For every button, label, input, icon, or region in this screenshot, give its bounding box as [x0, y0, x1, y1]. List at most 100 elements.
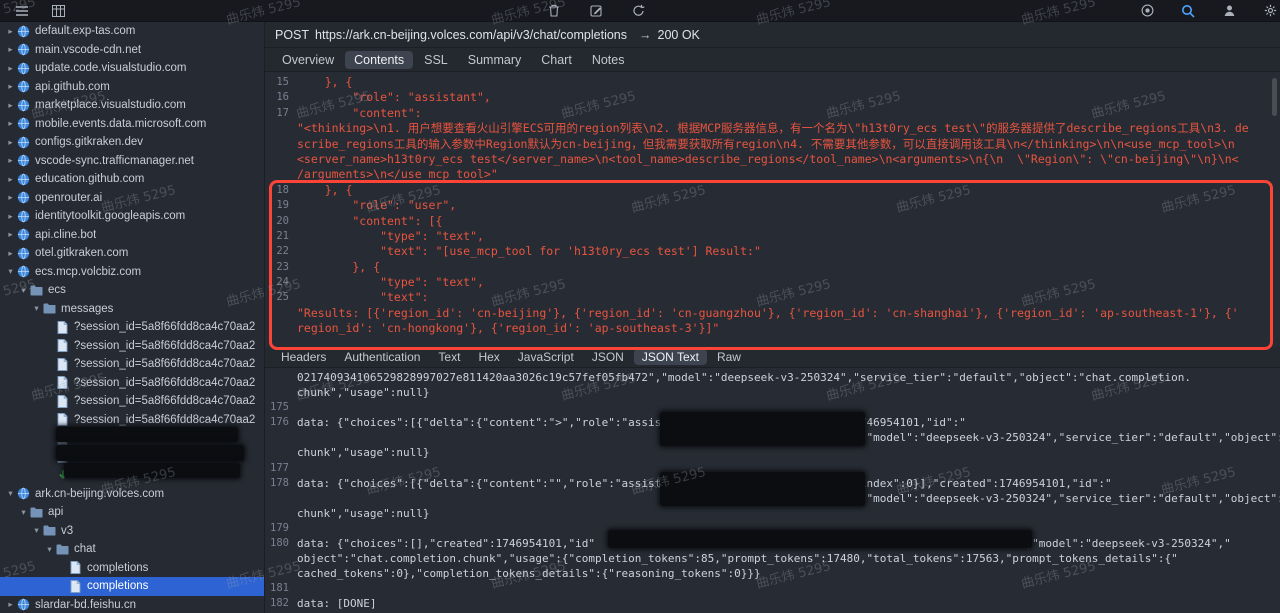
sidebar-item[interactable]: ▸openrouter.ai	[0, 189, 264, 208]
sidebar-item[interactable]: ▸ main.vscode-cdn.net	[0, 41, 264, 60]
chevron-right-icon[interactable]: ▸	[5, 229, 16, 240]
sidebar-item-label: main.vscode-cdn.net	[35, 44, 141, 56]
tab-raw[interactable]: Raw	[709, 349, 749, 365]
record-icon[interactable]	[1139, 3, 1155, 19]
sidebar-item[interactable]: ?session_id=5a8f66fdd8ca4c70aa2	[0, 355, 264, 374]
sidebar-item[interactable]: ▾ark.cn-beijing.volces.com	[0, 485, 264, 504]
chevron-down-icon[interactable]: ▾	[44, 544, 55, 555]
chevron-down-icon[interactable]: ▾	[5, 488, 16, 499]
line-number: 23	[265, 260, 297, 275]
tab-json-text[interactable]: JSON Text	[634, 349, 707, 365]
tab-authentication[interactable]: Authentication	[336, 349, 428, 365]
tab-javascript[interactable]: JavaScript	[510, 349, 582, 365]
sidebar-item-label: ecs	[48, 284, 66, 296]
chevron-down-icon[interactable]: ▾	[31, 525, 42, 536]
chevron-down-icon[interactable]: ▾	[31, 303, 42, 314]
sidebar-item-label: v3	[61, 525, 73, 537]
sidebar-item[interactable]: ▸vscode-sync.trafficmanager.net	[0, 152, 264, 171]
tab-overview[interactable]: Overview	[273, 51, 343, 69]
toolbar-right-group	[1139, 0, 1278, 21]
refresh-icon[interactable]	[630, 3, 646, 19]
user-icon[interactable]	[1221, 3, 1237, 19]
tab-chart[interactable]: Chart	[532, 51, 581, 69]
line-number	[265, 491, 297, 506]
tab-notes[interactable]: Notes	[583, 51, 634, 69]
edit-icon[interactable]	[588, 3, 604, 19]
chevron-right-icon[interactable]: ▸	[5, 100, 16, 111]
tab-json[interactable]: JSON	[584, 349, 632, 365]
globe-icon	[16, 25, 31, 38]
code-text: "type": "text",	[297, 275, 484, 290]
tab-hex[interactable]: Hex	[470, 349, 507, 365]
tab-text[interactable]: Text	[430, 349, 468, 365]
sidebar-item[interactable]: ?session_id=5a8f66fdd8ca4c70aa2	[0, 374, 264, 393]
sidebar-item[interactable]: ▾ ecs	[0, 281, 264, 300]
sidebar-item[interactable]: ▸default.exp-tas.com	[0, 22, 264, 41]
code-line: object":"chat.completion.chunk","usage":…	[265, 551, 1280, 566]
code-text: }, {	[297, 183, 352, 198]
chevron-right-icon[interactable]: ▸	[5, 599, 16, 610]
line-number: 18	[265, 183, 297, 198]
chevron-right-icon[interactable]: ▸	[5, 63, 16, 74]
tab-headers[interactable]: Headers	[273, 349, 334, 365]
scrollbar-thumb[interactable]	[1272, 78, 1277, 116]
sidebar-item[interactable]: ▾messages	[0, 300, 264, 319]
request-detail-panel: POST https://ark.cn-beijing.volces.com/a…	[264, 22, 1280, 613]
json-request-view[interactable]: 15}, {16"role": "assistant",17"content":…	[265, 72, 1280, 347]
sidebar-item[interactable]: ▾chat	[0, 540, 264, 559]
sidebar-item[interactable]: ▾api	[0, 503, 264, 522]
sidebar-item-label: ?session_id=5a8f66fdd8ca4c70aa2	[74, 321, 255, 333]
sidebar-item[interactable]: ▸ otel.gitkraken.com	[0, 244, 264, 263]
code-text: "<thinking>\n1. 用户想要查看火山引擎ECS可用的region列表…	[297, 121, 1249, 136]
chevron-right-icon[interactable]: ▸	[5, 192, 16, 203]
search-icon[interactable]	[1180, 3, 1196, 19]
sidebar-item[interactable]: ▸configs.gitkraken.dev	[0, 133, 264, 152]
chevron-right-icon[interactable]: ▸	[5, 248, 16, 259]
table-icon[interactable]	[50, 3, 66, 19]
domain-tree: ▸default.exp-tas.com▸main.vscode-cdn.net…	[0, 22, 264, 613]
code-text: data: {"choices":[{"delta":{"content":">…	[297, 415, 966, 430]
sidebar-item-label: ?session_id=5a8f66fdd8ca4c70aa2	[74, 358, 255, 370]
sidebar-item-label: marketplace.visualstudio.com	[35, 99, 186, 111]
sidebar-item[interactable]: ?session_id=5a8f66fdd8ca4c70aa2	[0, 392, 264, 411]
tab-summary[interactable]: Summary	[459, 51, 530, 69]
chevron-down-icon[interactable]: ▾	[18, 507, 29, 518]
sidebar-item[interactable]: ▾ v3	[0, 522, 264, 541]
sidebar-item[interactable]: ▸education.github.com	[0, 170, 264, 189]
status-arrow-icon: →	[639, 28, 652, 42]
sidebar-item[interactable]: ▸mobile.events.data.microsoft.com	[0, 115, 264, 134]
chevron-down-icon[interactable]: ▾	[5, 266, 16, 277]
code-text: 021740934106529828997027e811420aa3026c19…	[297, 370, 1191, 385]
doc-icon	[68, 561, 83, 574]
gear-icon[interactable]	[1262, 3, 1278, 19]
trash-icon[interactable]	[546, 3, 562, 19]
tab-contents[interactable]: Contents	[345, 51, 413, 69]
sidebar-item[interactable]: ▸slardar-bd.feishu.cn	[0, 596, 264, 613]
sidebar-item[interactable]: ▸update.code.visualstudio.com	[0, 59, 264, 78]
chevron-right-icon[interactable]: ▸	[5, 81, 16, 92]
chevron-right-icon[interactable]: ▸	[5, 155, 16, 166]
code-line: 16"role": "assistant",	[265, 90, 1280, 105]
sidebar-item[interactable]: ?session_id=5a8f66fdd8ca4c70aa2	[0, 337, 264, 356]
chevron-right-icon[interactable]: ▸	[5, 137, 16, 148]
chevron-right-icon[interactable]: ▸	[5, 211, 16, 222]
sidebar-item-label: otel.gitkraken.com	[35, 247, 128, 259]
globe-icon	[16, 598, 31, 611]
sidebar-item[interactable]: ▸identitytoolkit.googleapis.com	[0, 207, 264, 226]
sidebar-item[interactable]: ?session_id=5a8f66fdd8ca4c70aa2	[0, 318, 264, 337]
sidebar-item[interactable]: ▸api.cline.bot	[0, 226, 264, 245]
chevron-right-icon[interactable]: ▸	[5, 26, 16, 37]
chevron-right-icon[interactable]: ▸	[5, 174, 16, 185]
sidebar-item[interactable]: completions	[0, 559, 264, 578]
sidebar-item-selected[interactable]: completions	[0, 577, 264, 596]
chevron-down-icon[interactable]: ▾	[18, 285, 29, 296]
chevron-right-icon[interactable]: ▸	[5, 118, 16, 129]
sidebar-item[interactable]: ▾ecs.mcp.volcbiz.com	[0, 263, 264, 282]
chevron-right-icon[interactable]: ▸	[5, 44, 16, 55]
sidebar-item[interactable]: ▸api.github.com	[0, 78, 264, 97]
sidebar-item[interactable]: ▸ marketplace.visualstudio.com	[0, 96, 264, 115]
menu-icon[interactable]	[14, 3, 30, 19]
line-number	[265, 430, 297, 445]
tab-ssl[interactable]: SSL	[415, 51, 457, 69]
doc-icon	[55, 413, 70, 426]
